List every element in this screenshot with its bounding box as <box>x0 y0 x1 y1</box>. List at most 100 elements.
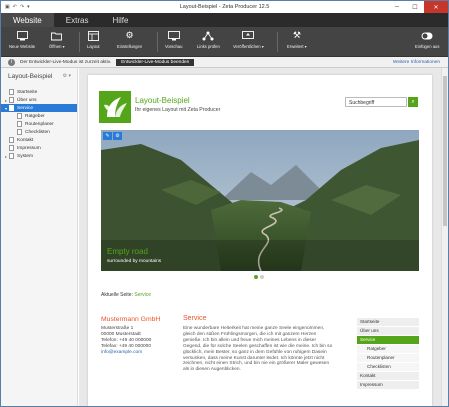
maximize-button[interactable]: ☐ <box>406 1 424 13</box>
sidebar-tools-icon[interactable]: ⚙ ▾ <box>63 73 71 79</box>
tab-extras[interactable]: Extras <box>54 13 101 27</box>
tree-item[interactable]: Startseite <box>1 88 77 96</box>
tree-item[interactable]: ▸ System <box>1 152 77 160</box>
window-controls: ─ ☐ ✕ <box>388 1 448 13</box>
page-icon <box>9 89 14 95</box>
hero-caption: Empty road <box>107 247 148 256</box>
slider-dot[interactable] <box>254 275 258 279</box>
ribbon-separator <box>277 32 278 52</box>
tree-item[interactable]: Kontakt <box>1 136 77 144</box>
page-icon <box>9 105 14 111</box>
insert-from-toggle[interactable]: Einfügen aus <box>415 30 439 49</box>
site-tree-sidebar: Layout-Beispiel ⚙ ▾ Startseite ▸ Über uns ▾… <box>1 68 78 406</box>
service-text: Eine wunderbare Heiterkeit hat meine gan… <box>183 326 333 373</box>
page-icon <box>9 97 14 103</box>
tree-item[interactable]: ▾ Service <box>1 104 77 112</box>
publish-button[interactable]: Veröffentlichen ▾ <box>233 30 264 49</box>
layout-button[interactable]: Layout <box>87 30 100 49</box>
page-icon <box>9 137 14 143</box>
preview-canvas: Layout-Beispiel Ihr eigenes Layout mit Z… <box>79 68 441 406</box>
hero-settings-icon[interactable]: ⚙ <box>113 132 122 140</box>
breadcrumb-current[interactable]: Service <box>134 292 151 298</box>
minimize-button[interactable]: ─ <box>388 1 406 13</box>
search-input[interactable]: Suchbegriff <box>345 97 407 107</box>
site-title: Layout-Beispiel <box>135 96 190 105</box>
tree-item[interactable]: Ratgeber <box>1 112 77 120</box>
settings-icon: ⚙ <box>125 30 134 40</box>
subnav-item[interactable]: Checklisten <box>357 363 419 371</box>
page-icon <box>17 113 22 119</box>
check-links-button[interactable]: Links prüfen <box>197 30 220 49</box>
ribbon-toolbar: Neue Website Öffnen ▾ Layout ⚙ Einstellu… <box>1 27 448 57</box>
title-bar: ▣ ↶ ↷ ▾ Layout-Beispiel - Zeta Producer … <box>1 1 448 13</box>
subnav-item[interactable]: Routenplaner <box>357 354 419 362</box>
subnav-item[interactable]: Über uns <box>357 327 419 335</box>
page-tree: Startseite ▸ Über uns ▾ Service Ratgeber Route… <box>1 88 77 160</box>
tab-hilfe[interactable]: Hilfe <box>100 13 140 27</box>
page-icon <box>9 145 14 151</box>
more-info-link[interactable]: Weitere Informationen <box>393 60 440 65</box>
slider-dot[interactable] <box>260 275 264 279</box>
new-website-button[interactable]: Neue Website <box>9 30 35 49</box>
email-link[interactable]: info@example.com <box>101 350 160 356</box>
layout-icon <box>87 30 99 41</box>
slider-dots <box>254 275 264 279</box>
tree-item[interactable]: Routenplaner <box>1 120 77 128</box>
tree-item-label: Startseite <box>17 89 38 95</box>
subnav-item[interactable]: Service <box>357 336 419 344</box>
site-logo[interactable] <box>99 91 131 123</box>
website-preview-page: Layout-Beispiel Ihr eigenes Layout mit Z… <box>88 75 432 406</box>
ribbon-tabs: Website Extras Hilfe <box>1 13 448 27</box>
hero-slider[interactable]: ✎ ⚙ Empty road surrounded by mountains <box>101 130 419 271</box>
sidebar-title: Layout-Beispiel <box>8 72 53 80</box>
preview-icon <box>167 30 180 41</box>
service-heading: Service <box>183 315 207 322</box>
tree-item[interactable]: Impressum <box>1 144 77 152</box>
close-button[interactable]: ✕ <box>424 1 448 13</box>
open-button[interactable]: Öffnen ▾ <box>49 30 65 49</box>
window-title: Layout-Beispiel - Zeta Producer 12.5 <box>179 4 270 10</box>
site-subtitle: Ihr eigenes Layout mit Zeta Producer <box>135 107 221 113</box>
ribbon-separator <box>79 32 80 52</box>
open-folder-icon <box>51 30 63 41</box>
search-button[interactable]: ⌕ <box>408 97 418 107</box>
subnav-item[interactable]: Ratgeber <box>357 345 419 353</box>
sub-navigation: Startseite Über uns Service Ratgeber Routenp… <box>357 318 419 390</box>
subnav-item[interactable]: Kontakt <box>357 372 419 380</box>
tree-item-label: Kontakt <box>17 137 34 143</box>
advanced-button[interactable]: ⚒ Erweitert ▾ <box>287 30 307 49</box>
links-icon <box>202 30 214 41</box>
tree-item-label: Ratgeber <box>25 113 45 119</box>
tree-item-label: Service <box>17 105 33 111</box>
tab-website[interactable]: Website <box>1 13 54 27</box>
subnav-item[interactable]: Startseite <box>357 318 419 326</box>
tree-item-label: Impressum <box>17 145 41 151</box>
toggle-icon <box>421 30 433 41</box>
app-window: ▣ ↶ ↷ ▾ Layout-Beispiel - Zeta Producer … <box>0 0 449 407</box>
scrollbar-thumb[interactable] <box>443 76 447 226</box>
tree-item-label: System <box>17 153 33 159</box>
tree-item-label: Routenplaner <box>25 121 54 127</box>
preview-button[interactable]: Vorschau <box>165 30 182 49</box>
page-icon <box>17 129 22 135</box>
hero-subcaption: surrounded by mountains <box>107 259 162 264</box>
subnav-item[interactable]: Impressum <box>357 381 419 389</box>
infobar-message: Der Entwickler-Live-Modus ist zurzeit ak… <box>20 59 112 65</box>
advanced-icon: ⚒ <box>292 30 301 40</box>
address-block: Mustermann GmbH Musterstraße 1 00000 Mus… <box>101 316 160 356</box>
vertical-scrollbar[interactable] <box>441 68 448 406</box>
tree-item[interactable]: ▸ Über uns <box>1 96 77 104</box>
company-name: Mustermann GmbH <box>101 316 161 323</box>
service-content: Service Eine wunderbare Heiterkeit hat m… <box>183 315 333 373</box>
page-icon <box>17 121 22 127</box>
tree-item-label: Checklisten <box>25 129 50 135</box>
tree-item[interactable]: Checklisten <box>1 128 77 136</box>
tree-item-label: Über uns <box>17 97 37 103</box>
edit-pencil-icon[interactable]: ✎ <box>103 132 112 140</box>
breadcrumb: Aktuelle Seite: Service <box>101 292 152 298</box>
settings-button[interactable]: ⚙ Einstellungen <box>117 30 142 49</box>
sidebar-header: Layout-Beispiel ⚙ ▾ <box>1 68 77 84</box>
new-website-icon <box>16 30 28 41</box>
ribbon-separator <box>157 32 158 52</box>
end-live-mode-button[interactable]: Entwickler-Live-Modus beenden <box>116 58 195 66</box>
